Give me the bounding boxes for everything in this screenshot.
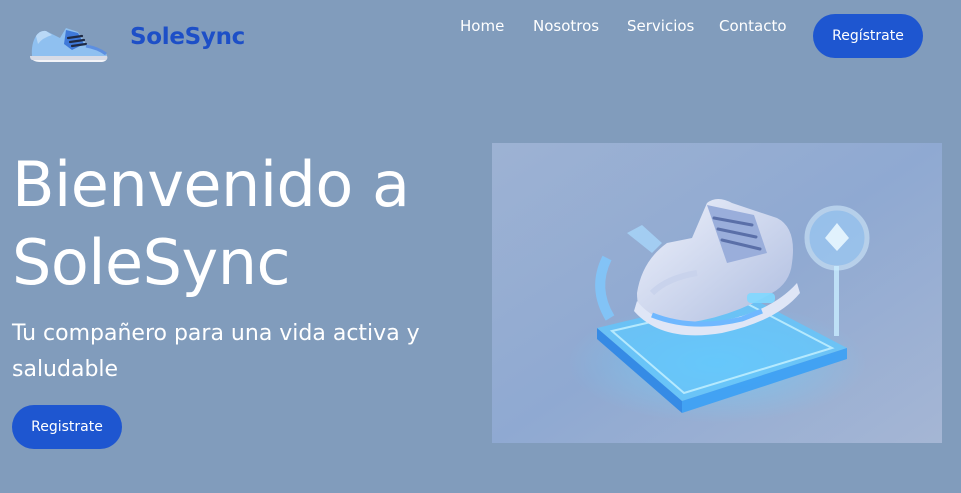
hero-title: Bienvenido a SoleSync (12, 146, 472, 302)
register-button-header[interactable]: Regístrate (813, 14, 923, 58)
hero-subtitle-line-2: saludable (12, 357, 119, 382)
hero-title-line-2: SoleSync (12, 226, 291, 299)
landing-page: SoleSync Home Nosotros Servicios Contact… (0, 0, 961, 493)
hero-title-line-1: Bienvenido a (12, 148, 410, 221)
hero-subtitle-line-1: Tu compañero para una vida activa y (12, 321, 420, 346)
nav-link-servicios[interactable]: Servicios (627, 17, 694, 35)
nav-link-home[interactable]: Home (460, 17, 504, 35)
register-button-hero[interactable]: Registrate (12, 405, 122, 449)
nav-link-nosotros[interactable]: Nosotros (533, 17, 599, 35)
nav-link-contacto[interactable]: Contacto (719, 17, 787, 35)
sneaker-hologram-illustration (492, 143, 942, 443)
hero-subtitle: Tu compañero para una vida activa y salu… (12, 316, 452, 388)
